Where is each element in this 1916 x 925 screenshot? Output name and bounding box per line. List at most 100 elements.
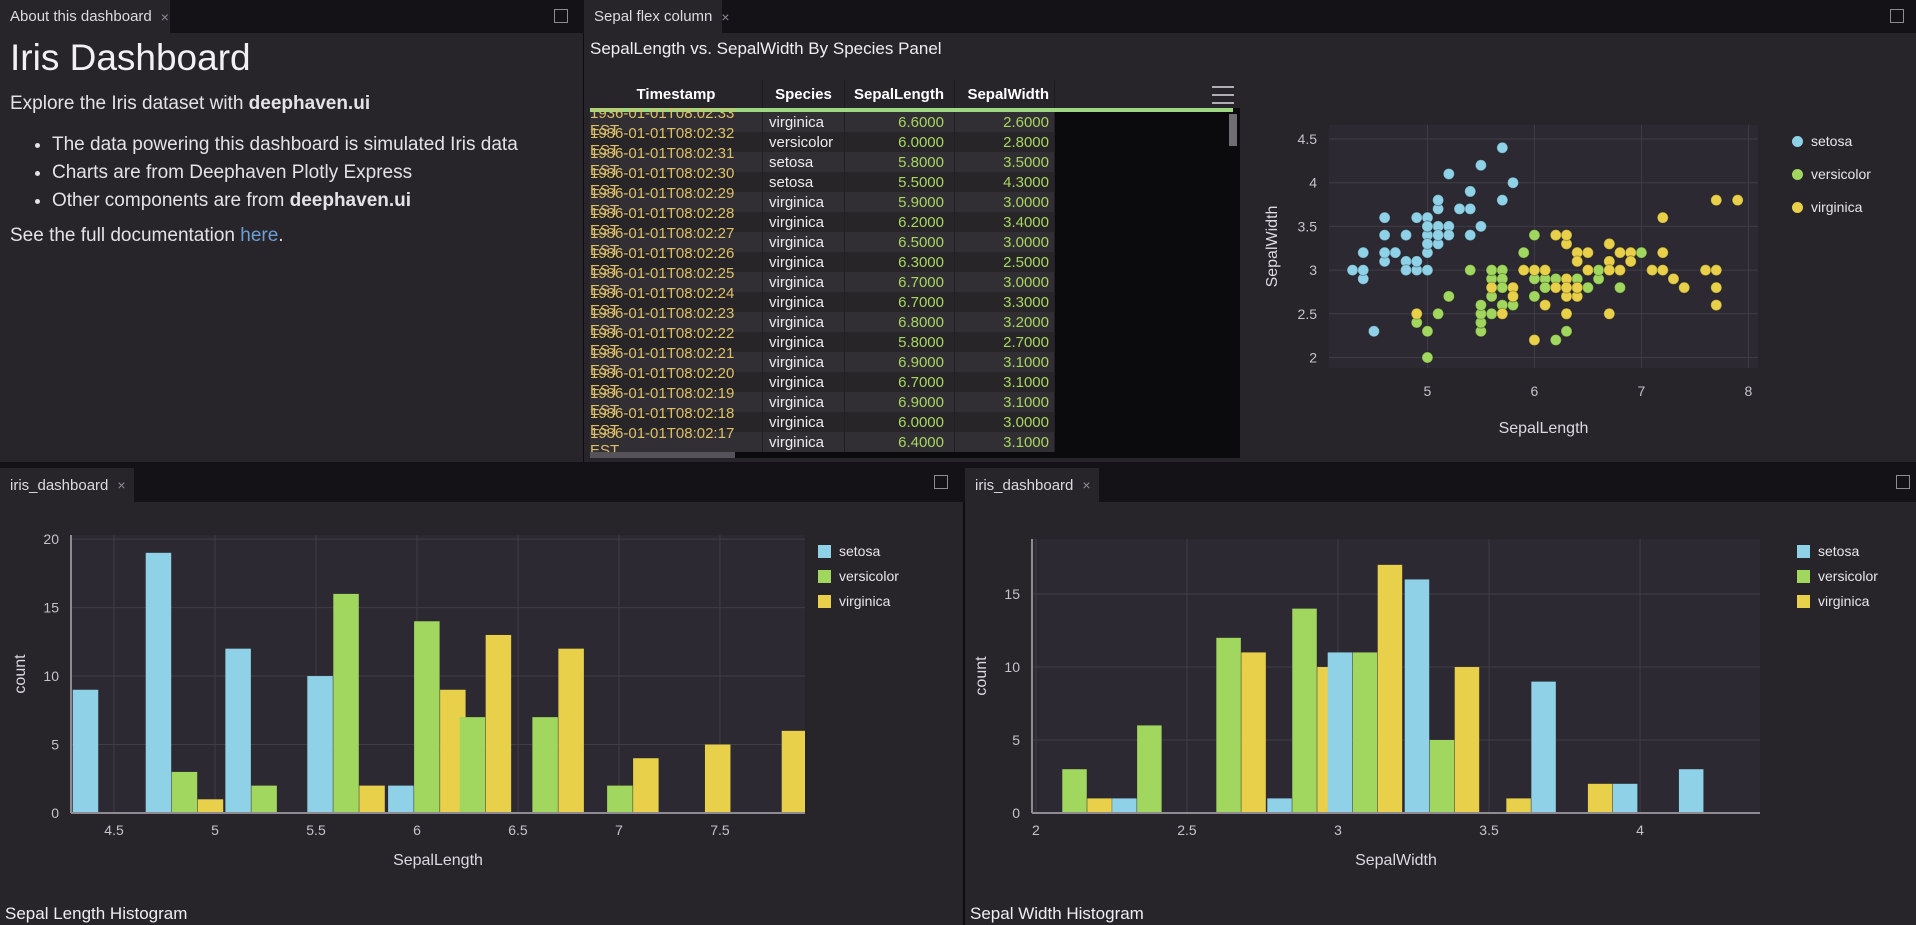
sepal-scatter-chart[interactable]: 56784.543.532.52SepalLengthSepalWidth: [1244, 40, 1916, 460]
about-panel: Iris Dashboard Explore the Iris dataset …: [0, 33, 583, 462]
table-cell: 6.0000: [845, 412, 955, 432]
tab-label: Sepal flex column: [594, 8, 712, 25]
legend-item-versicolor[interactable]: versicolor: [818, 568, 899, 584]
scatter-legend: setosa versicolor virginica: [1792, 133, 1871, 215]
table-cell: 3.4000: [955, 212, 1055, 232]
top-tab-strip: About this dashboard × Sepal flex column…: [0, 0, 1916, 33]
legend-item-virginica[interactable]: virginica: [1792, 199, 1871, 215]
table-cell: virginica: [763, 392, 845, 412]
close-icon[interactable]: ×: [1082, 477, 1090, 493]
close-icon[interactable]: ×: [161, 9, 169, 25]
table-cell: 5.5000: [845, 172, 955, 192]
tab-about-this-dashboard[interactable]: About this dashboard ×: [0, 0, 170, 33]
svg-text:2.5: 2.5: [1298, 306, 1318, 322]
tab-iris-dashboard-left[interactable]: iris_dashboard ×: [0, 468, 134, 502]
table-cell: 6.2000: [845, 212, 955, 232]
table-cell: versicolor: [763, 132, 845, 152]
table-cell: 6.6000: [845, 112, 955, 132]
maximize-icon[interactable]: [554, 9, 568, 23]
table-cell: 2.7000: [955, 332, 1055, 352]
table-cell: virginica: [763, 252, 845, 272]
tab-iris-dashboard-right[interactable]: iris_dashboard ×: [965, 468, 1099, 502]
legend-item-setosa[interactable]: setosa: [1792, 133, 1871, 149]
legend-label: setosa: [839, 543, 880, 559]
svg-text:4: 4: [1309, 175, 1317, 191]
column-header-species[interactable]: Species: [763, 80, 845, 108]
svg-text:5: 5: [51, 737, 59, 753]
table-cell: 3.5000: [955, 152, 1055, 172]
vertical-scrollbar[interactable]: [1229, 114, 1237, 452]
table-cell: 6.9000: [845, 352, 955, 372]
svg-text:0: 0: [1012, 805, 1020, 821]
docs-line: See the full documentation here.: [10, 225, 284, 247]
table-cell: 3.3000: [955, 292, 1055, 312]
table-cell: 3.1000: [955, 352, 1055, 372]
close-icon[interactable]: ×: [117, 477, 125, 493]
docs-link[interactable]: here: [240, 225, 278, 246]
legend-item-setosa[interactable]: setosa: [1797, 543, 1878, 559]
legend-marker: [818, 595, 831, 608]
horizontal-scrollbar[interactable]: [590, 452, 1240, 458]
table-cell: virginica: [763, 292, 845, 312]
table-header[interactable]: Timestamp Species SepalLength SepalWidth: [590, 80, 1240, 108]
legend-label: virginica: [1811, 199, 1862, 215]
table-cell: 3.1000: [955, 432, 1055, 452]
close-icon[interactable]: ×: [721, 9, 729, 25]
sepal-width-histogram-chart[interactable]: 22.533.54051015SepalWidthcount: [965, 502, 1916, 902]
table-row[interactable]: 1936-01-01T08:02:17 ESTvirginica6.40003.…: [590, 432, 1055, 452]
svg-text:7.5: 7.5: [710, 822, 730, 838]
legend-item-virginica[interactable]: virginica: [818, 593, 899, 609]
column-header-sepalwidth[interactable]: SepalWidth: [955, 80, 1055, 108]
table-cell: 6.3000: [845, 252, 955, 272]
iris-table[interactable]: Timestamp Species SepalLength SepalWidth…: [590, 80, 1240, 458]
legend-label: virginica: [839, 593, 890, 609]
table-cell: 6.7000: [845, 272, 955, 292]
legend-marker: [818, 570, 831, 583]
table-cell: 5.8000: [845, 152, 955, 172]
table-cell: virginica: [763, 112, 845, 132]
table-menu-icon[interactable]: [1210, 83, 1236, 107]
legend-item-versicolor[interactable]: versicolor: [1797, 568, 1878, 584]
table-cell: 6.8000: [845, 312, 955, 332]
svg-text:3: 3: [1334, 822, 1342, 838]
column-header-sepallength[interactable]: SepalLength: [845, 80, 955, 108]
dashboard-screen: About this dashboard × Sepal flex column…: [0, 0, 1916, 925]
table-cell: 6.5000: [845, 232, 955, 252]
legend-label: versicolor: [1811, 166, 1871, 182]
table-cell: 6.0000: [845, 132, 955, 152]
maximize-icon[interactable]: [1896, 475, 1910, 489]
table-cell: 3.1000: [955, 392, 1055, 412]
svg-text:4: 4: [1636, 822, 1644, 838]
legend-label: virginica: [1818, 593, 1869, 609]
table-cell: setosa: [763, 172, 845, 192]
table-cell: 2.6000: [955, 112, 1055, 132]
histogram-legend: setosa versicolor virginica: [818, 543, 899, 609]
legend-item-versicolor[interactable]: versicolor: [1792, 166, 1871, 182]
tab-label: iris_dashboard: [975, 477, 1073, 494]
legend-label: versicolor: [1818, 568, 1878, 584]
maximize-icon[interactable]: [1890, 9, 1904, 23]
svg-text:SepalWidth: SepalWidth: [1264, 206, 1281, 288]
sepal-width-histogram-panel: 22.533.54051015SepalWidthcount setosaver…: [965, 502, 1916, 925]
legend-item-setosa[interactable]: setosa: [818, 543, 899, 559]
legend-label: versicolor: [839, 568, 899, 584]
sepal-flex-panel: SepalLength vs. SepalWidth By Species Pa…: [584, 33, 1916, 462]
svg-text:7: 7: [1637, 383, 1645, 399]
table-cell: 6.9000: [845, 392, 955, 412]
svg-text:6: 6: [1531, 383, 1539, 399]
legend-marker: [1797, 570, 1810, 583]
table-cell: virginica: [763, 272, 845, 292]
table-cell: virginica: [763, 192, 845, 212]
column-header-timestamp[interactable]: Timestamp: [590, 80, 763, 108]
tab-sepal-flex-column[interactable]: Sepal flex column ×: [584, 0, 722, 33]
maximize-icon[interactable]: [934, 475, 948, 489]
svg-text:15: 15: [1004, 586, 1020, 602]
table-cell: 3.0000: [955, 232, 1055, 252]
table-cell: virginica: [763, 232, 845, 252]
legend-item-virginica[interactable]: virginica: [1797, 593, 1878, 609]
legend-marker: [1792, 169, 1803, 180]
page-title: Iris Dashboard: [10, 37, 251, 79]
svg-text:2: 2: [1309, 350, 1317, 366]
panel-footer-title: Sepal Width Histogram: [970, 904, 1144, 924]
svg-text:3.5: 3.5: [1298, 218, 1318, 234]
